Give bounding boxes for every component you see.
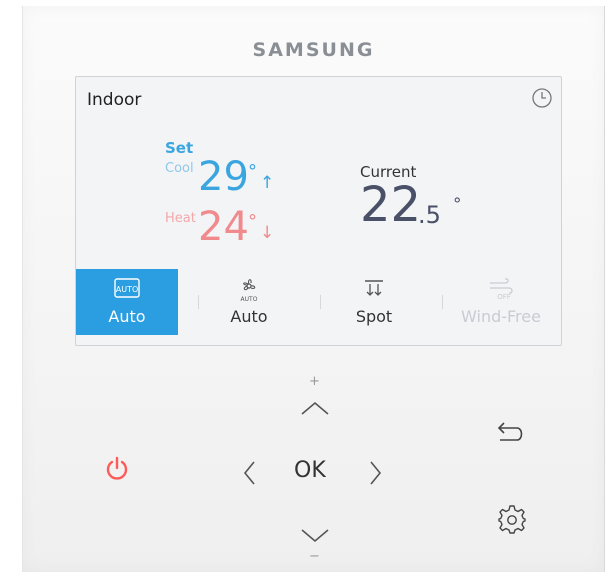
back-button[interactable]: [495, 419, 527, 445]
heat-label: Heat: [165, 211, 196, 226]
svg-text:AUTO: AUTO: [116, 285, 139, 294]
left-arrow-button[interactable]: [241, 458, 257, 488]
cool-up-arrow-icon: ↑: [260, 173, 275, 193]
plus-label: +: [309, 374, 320, 389]
up-arrow-button[interactable]: [299, 398, 331, 418]
clock-icon[interactable]: [531, 87, 553, 109]
spot-label: Spot: [355, 307, 393, 326]
ok-button[interactable]: OK: [294, 458, 326, 483]
current-temp-decimal: .5: [418, 201, 441, 229]
heat-down-arrow-icon: ↓: [260, 223, 275, 243]
fan-auto-label: Auto: [230, 307, 268, 326]
mode-auto-button[interactable]: AUTO Auto: [76, 269, 178, 335]
auto-mode-icon: AUTO: [114, 278, 140, 298]
fan-auto-button[interactable]: AUTO Auto: [198, 269, 300, 335]
wind-free-label: Wind-Free: [461, 307, 541, 326]
fan-auto-icon: AUTO: [241, 279, 258, 303]
set-label: Set: [165, 139, 194, 157]
settings-gear-button[interactable]: [497, 504, 527, 534]
minus-label: −: [309, 549, 320, 564]
cool-setpoint[interactable]: 29: [198, 157, 249, 197]
wind-free-icon: OFF: [490, 278, 513, 301]
svg-text:OFF: OFF: [497, 293, 511, 301]
cool-degree: °: [248, 161, 257, 182]
remote-panel: SAMSUNG Indoor Set Cool 29 ° ↑ Heat 24 °…: [22, 6, 605, 572]
display-screen: Indoor Set Cool 29 ° ↑ Heat 24 ° ↓ Curre…: [75, 76, 562, 346]
cool-label: Cool: [165, 161, 194, 176]
screen-title: Indoor: [87, 90, 142, 110]
current-temp-integer: 22: [360, 177, 422, 233]
mode-bar: AUTO Auto AUTO Auto Spot OFF Wind-Free: [76, 269, 561, 339]
right-arrow-button[interactable]: [368, 458, 384, 488]
wind-free-button[interactable]: OFF Wind-Free: [446, 269, 556, 335]
down-arrow-button[interactable]: [299, 526, 331, 546]
separator: [320, 295, 321, 309]
heat-degree: °: [248, 211, 257, 232]
heat-setpoint[interactable]: 24: [198, 207, 249, 247]
spot-button[interactable]: Spot: [323, 269, 425, 335]
mode-auto-label: Auto: [108, 307, 146, 326]
svg-text:AUTO: AUTO: [241, 296, 258, 303]
power-button[interactable]: [102, 454, 132, 484]
separator: [442, 295, 443, 309]
current-degree: °: [453, 195, 462, 215]
spot-icon: [365, 280, 383, 296]
brand-logo: SAMSUNG: [252, 39, 375, 61]
